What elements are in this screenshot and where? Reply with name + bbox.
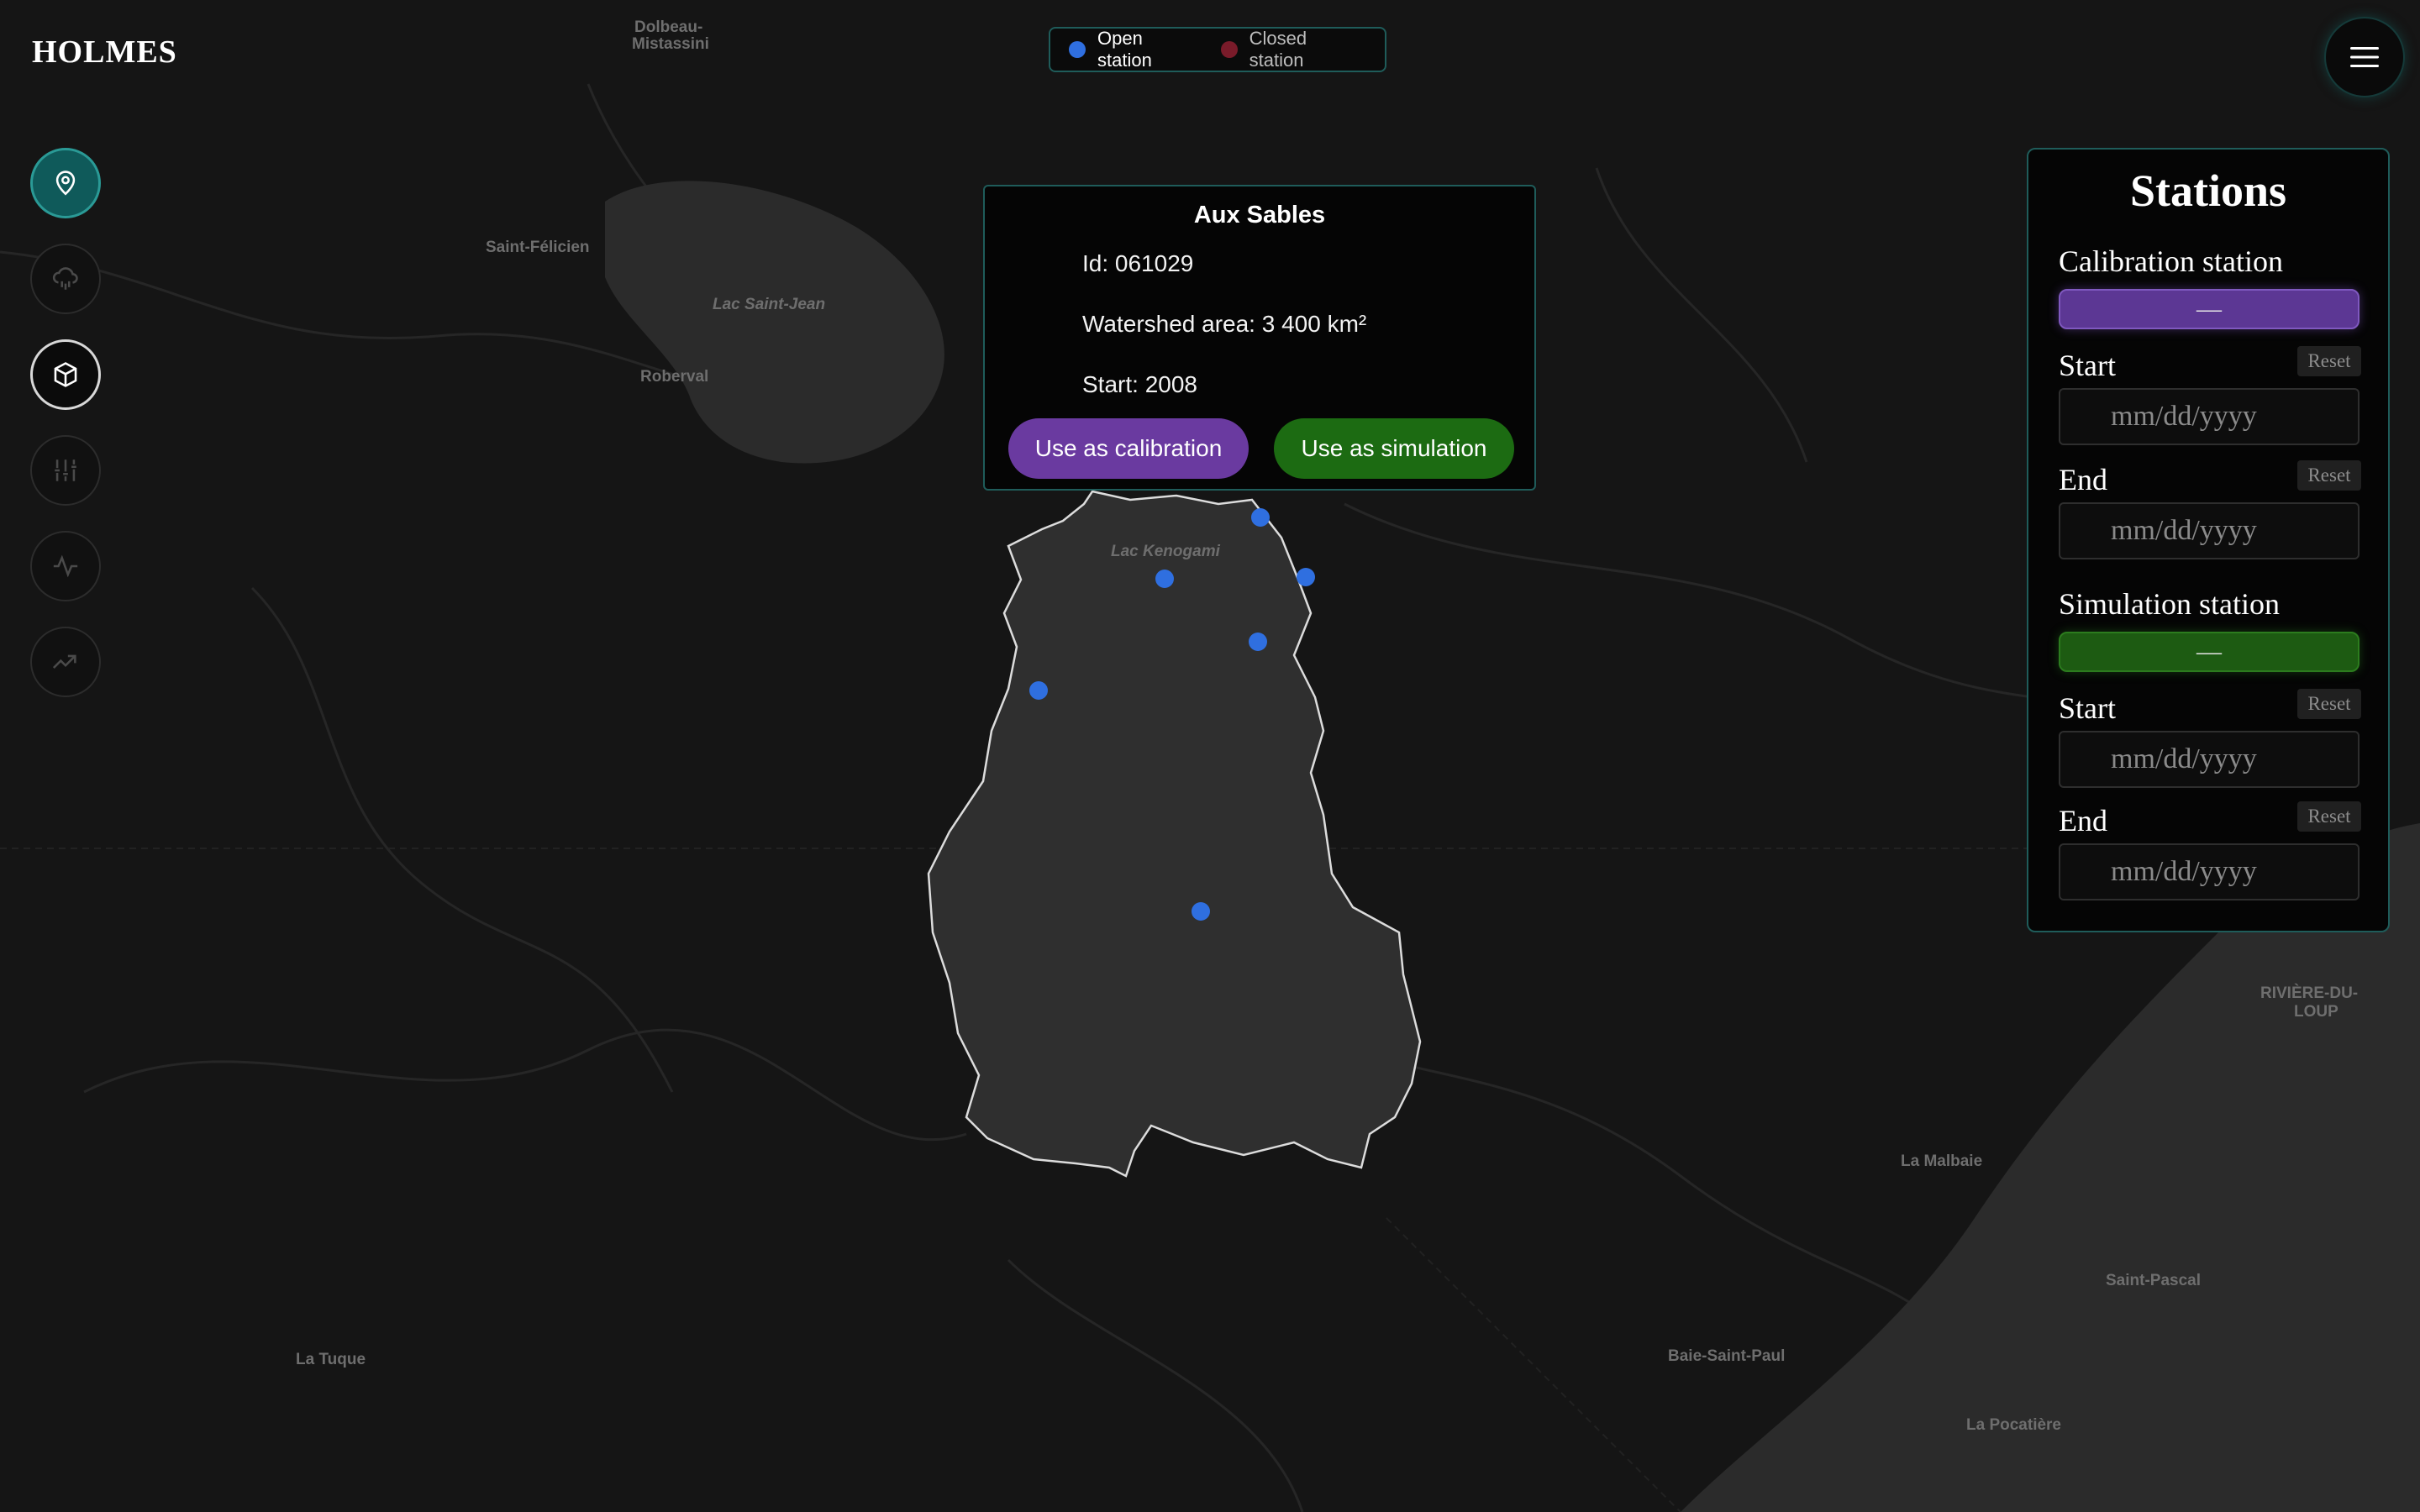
sidebar-item-stations[interactable] xyxy=(30,148,101,218)
simulation-start-reset-button[interactable]: Reset xyxy=(2297,689,2361,719)
map-label: Saint-Pascal xyxy=(2106,1272,2201,1289)
location-icon xyxy=(55,171,76,196)
closed-station-dot xyxy=(1220,41,1238,58)
station-marker xyxy=(1297,568,1315,586)
calibration-station-label: Calibration station xyxy=(2059,244,2283,278)
simulation-start-date-input[interactable] xyxy=(2059,731,2360,788)
legend-open-label: Open station xyxy=(1097,28,1152,71)
map-label: Roberval xyxy=(640,368,708,386)
sidebar-item-calibration[interactable] xyxy=(30,531,101,601)
calibration-station-value[interactable]: — xyxy=(2059,289,2360,329)
map-label: LOUP xyxy=(2294,1003,2338,1021)
calibration-end-reset-button[interactable]: Reset xyxy=(2297,460,2361,491)
use-as-calibration-button[interactable]: Use as calibration xyxy=(1008,418,1249,479)
sidebar-item-model[interactable] xyxy=(30,339,101,410)
sidebar-item-weather[interactable] xyxy=(30,244,101,314)
simulation-end-date-input[interactable] xyxy=(2059,843,2360,900)
simulation-station-value[interactable]: — xyxy=(2059,632,2360,672)
simulation-station-label: Simulation station xyxy=(2059,587,2281,621)
map-label: Mistassini xyxy=(632,35,709,53)
legend-closed: Closed station xyxy=(1220,28,1366,71)
simulation-end-reset-button[interactable]: Reset xyxy=(2297,801,2361,832)
rain-cloud-icon xyxy=(52,267,78,290)
popup-start-year: Start: 2008 xyxy=(1082,371,1197,397)
station-marker xyxy=(1192,902,1210,921)
map-label: Lac Kenogami xyxy=(1111,543,1221,560)
legend-closed-label: Closed station xyxy=(1249,28,1307,71)
use-as-simulation-button[interactable]: Use as simulation xyxy=(1274,418,1514,479)
station-marker xyxy=(1155,570,1174,588)
panel-title: Stations xyxy=(2129,165,2287,216)
cube-icon xyxy=(54,362,77,387)
calibration-start-reset-button[interactable]: Reset xyxy=(2297,346,2361,376)
station-marker xyxy=(1251,508,1270,527)
sidebar-item-results[interactable] xyxy=(30,627,101,697)
sliders-icon xyxy=(55,459,76,481)
map-label: Saint-Félicien xyxy=(486,239,590,256)
simulation-end-label: End xyxy=(2059,804,2107,837)
map-label: La Malbaie xyxy=(1901,1152,1982,1170)
sidebar xyxy=(30,148,101,722)
activity-icon xyxy=(53,554,78,578)
simulation-start-label: Start xyxy=(2059,691,2116,725)
open-station-dot xyxy=(1069,41,1086,58)
map-label: Baie-Saint-Paul xyxy=(1668,1347,1785,1365)
menu-button[interactable] xyxy=(2324,17,2405,97)
calibration-end-date-input[interactable] xyxy=(2059,502,2360,559)
sidebar-item-settings[interactable] xyxy=(30,435,101,506)
legend-open: Open station xyxy=(1069,28,1202,71)
popup-watershed-area: Watershed area: 3 400 km² xyxy=(1082,311,1367,337)
map-label: La Pocatière xyxy=(1966,1416,2061,1434)
station-marker xyxy=(1029,681,1048,700)
calibration-end-label: End xyxy=(2059,463,2107,496)
trending-up-icon xyxy=(52,654,76,669)
popup-station-id: Id: 061029 xyxy=(1082,250,1194,276)
stations-panel: Stations Calibration station — Start Res… xyxy=(2027,148,2390,932)
hamburger-icon xyxy=(2350,47,2379,67)
station-marker xyxy=(1249,633,1267,651)
map-label: La Tuque xyxy=(296,1351,366,1368)
map-label: RIVIÈRE-DU- xyxy=(2260,984,2358,1002)
map-label: Dolbeau- xyxy=(634,18,702,36)
map-label: Lac Saint-Jean xyxy=(713,296,825,313)
calibration-start-date-input[interactable] xyxy=(2059,388,2360,445)
station-popup: Aux Sables Id: 061029 Watershed area: 3 … xyxy=(983,185,1536,491)
calibration-start-label: Start xyxy=(2059,349,2116,382)
station-legend: Open station Closed station xyxy=(1049,27,1386,72)
app-logo: HOLMES xyxy=(32,34,177,70)
popup-title: Aux Sables xyxy=(1193,202,1326,228)
